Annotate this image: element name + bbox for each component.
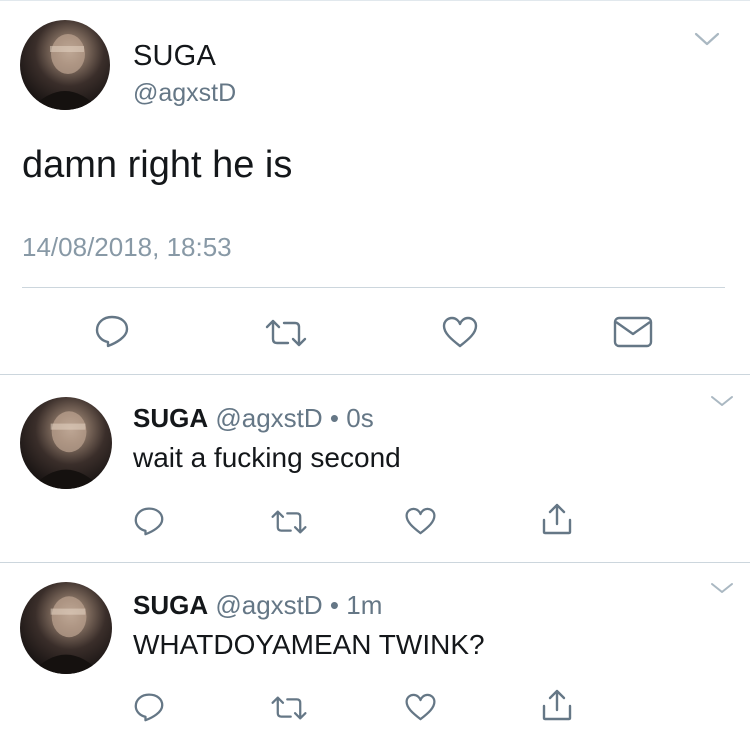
share-icon[interactable] (540, 502, 574, 536)
chevron-down-icon[interactable] (710, 394, 734, 408)
like-icon[interactable] (404, 506, 437, 536)
divider (0, 562, 750, 563)
reply-header: SUGA @agxstD • 0s (133, 403, 374, 434)
reply-text: WHATDOYAMEAN TWINK? (133, 629, 485, 660)
user-handle[interactable]: @agxstD (133, 79, 236, 108)
like-icon[interactable] (404, 692, 437, 722)
reply-icon[interactable] (133, 692, 165, 722)
reply-icon[interactable] (133, 506, 165, 536)
share-icon[interactable] (540, 688, 574, 722)
message-icon[interactable] (612, 315, 654, 349)
user-handle[interactable]: @agxstD (215, 403, 322, 433)
display-name[interactable]: SUGA (133, 590, 208, 620)
avatar[interactable] (20, 397, 112, 489)
divider (22, 287, 725, 288)
separator: • (329, 403, 340, 433)
like-icon[interactable] (441, 315, 479, 349)
reply-time[interactable]: 1m (346, 590, 382, 620)
user-handle[interactable]: @agxstD (215, 590, 322, 620)
tweet-timestamp[interactable]: 14/08/2018, 18:53 (22, 232, 232, 263)
avatar[interactable] (20, 20, 110, 110)
display-name[interactable]: SUGA (133, 40, 216, 73)
top-border (0, 0, 750, 1)
retweet-icon[interactable] (270, 509, 308, 535)
avatar[interactable] (20, 582, 112, 674)
reply-header: SUGA @agxstD • 1m (133, 590, 382, 621)
chevron-down-icon[interactable] (694, 31, 720, 47)
reply-time[interactable]: 0s (346, 403, 373, 433)
reply-text: wait a fucking second (133, 442, 401, 473)
chevron-down-icon[interactable] (710, 581, 734, 595)
tweet-text: damn right he is (22, 144, 293, 186)
reply-icon[interactable] (94, 314, 130, 348)
display-name[interactable]: SUGA (133, 403, 208, 433)
separator: • (329, 590, 340, 620)
divider (0, 374, 750, 375)
retweet-icon[interactable] (264, 318, 308, 348)
retweet-icon[interactable] (270, 695, 308, 721)
